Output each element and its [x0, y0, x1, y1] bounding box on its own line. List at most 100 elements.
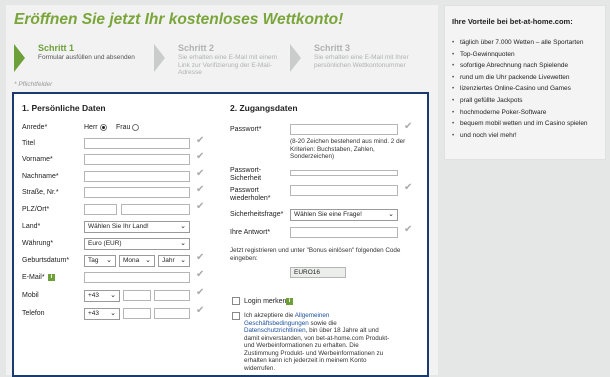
- mobile-prefix-select[interactable]: +43 ⌄: [84, 290, 120, 302]
- step-2-desc: Sie erhalten eine E-Mail mit einem Link …: [178, 54, 277, 76]
- email-field[interactable]: [84, 272, 190, 283]
- step-2-title: Schritt 2: [178, 43, 215, 53]
- mobile-number-field[interactable]: [154, 290, 190, 301]
- list-item: • rund um die Uhr packende Livewetten: [452, 72, 588, 84]
- email-label: E-Mail*: [22, 274, 45, 281]
- currency-label: Währung*: [22, 240, 54, 247]
- chevron-down-icon: ⌄: [180, 257, 186, 264]
- step-arrow-icon: [290, 44, 301, 72]
- salutation-label: Anrede*: [22, 124, 48, 131]
- phone-number-field[interactable]: [154, 308, 190, 319]
- terms-post: , bin über 18 Jahre alt und damit einver…: [244, 327, 390, 372]
- lastname-field[interactable]: [84, 171, 190, 182]
- street-label: Straße, Nr.*: [22, 189, 59, 196]
- currency-select[interactable]: Euro (EUR) ⌄: [84, 238, 190, 250]
- step-arrow-icon: [154, 44, 165, 72]
- checkmark-icon: ✔: [404, 121, 413, 132]
- access-data-heading: 2. Zugangsdaten: [230, 103, 298, 113]
- chevron-down-icon: ⌄: [106, 257, 112, 264]
- terms-checkbox[interactable]: [232, 312, 240, 320]
- phone-label: Telefon: [22, 310, 45, 317]
- password-strength-label: Passwort-Sicherheit: [230, 167, 262, 182]
- password-repeat-label: Passwort wiederholen*: [230, 187, 271, 202]
- bonus-text: Jetzt registrieren und unter "Bonus einl…: [230, 247, 401, 262]
- birth-year-value: Jahr: [162, 257, 175, 264]
- bullet-icon: •: [452, 62, 455, 70]
- steps-bar: Schritt 1 Formular ausfüllen und absende…: [14, 40, 434, 80]
- chevron-down-icon: ⌄: [110, 310, 116, 317]
- page-title: Eröffnen Sie jetzt Ihr kostenloses Wettk…: [14, 11, 344, 28]
- list-item: • täglich über 7.000 Wetten – alle Sporta…: [452, 37, 588, 49]
- benefits-sidebar: Ihre Vorteile bei bet-at-home.com: • tägl…: [444, 5, 606, 160]
- checkmark-icon: ✔: [196, 269, 205, 280]
- list-item: • lizenziertes Online-Casino und Games: [452, 83, 588, 95]
- checkmark-icon: ✔: [196, 305, 205, 316]
- phone-area-field[interactable]: [123, 308, 151, 319]
- bullet-icon: •: [452, 73, 455, 81]
- list-item: • und noch viel mehr!: [452, 130, 588, 142]
- title-field[interactable]: [84, 138, 190, 149]
- password-hint: (8-20 Zeichen bestehend aus mind. 2 der …: [290, 138, 406, 160]
- benefits-list: • täglich über 7.000 Wetten – alle Sporta…: [452, 37, 588, 141]
- phone-prefix-value: +43: [88, 310, 100, 317]
- security-question-label: Sicherheitsfrage*: [230, 211, 284, 218]
- bullet-icon: •: [452, 108, 455, 116]
- chevron-down-icon: ⌄: [180, 223, 186, 230]
- list-item: • sofortige Abrechnung nach Spielende: [452, 60, 588, 72]
- terms-pre: Ich akzeptiere die: [244, 312, 295, 319]
- chevron-down-icon: ⌄: [145, 257, 151, 264]
- list-item: • bequem mobil wetten und im Casino spiel…: [452, 118, 588, 130]
- answer-field[interactable]: [290, 227, 398, 238]
- title-label: Titel: [22, 140, 35, 147]
- checkmark-icon: ✔: [196, 252, 205, 263]
- checkmark-icon: ✔: [196, 135, 205, 146]
- step-arrow-icon: [14, 44, 25, 72]
- street-field[interactable]: [84, 187, 190, 198]
- privacy-link[interactable]: Datenschutzrichtlinien: [244, 327, 306, 334]
- birth-year-select[interactable]: Jahr ⌄: [158, 255, 190, 267]
- country-select-value: Wählen Sie Ihr Land!: [88, 223, 149, 230]
- firstname-label: Vorname*: [22, 156, 53, 163]
- bullet-icon: •: [452, 96, 455, 104]
- remember-login-checkbox[interactable]: [232, 297, 240, 305]
- checkmark-icon: ✔: [196, 168, 205, 179]
- bullet-icon: •: [452, 120, 455, 128]
- currency-select-value: Euro (EUR): [88, 240, 122, 247]
- zip-field[interactable]: [84, 204, 117, 215]
- step-3-title: Schritt 3: [314, 43, 351, 53]
- benefits-title: Ihre Vorteile bei bet-at-home.com:: [452, 17, 573, 26]
- personal-data-heading: 1. Persönliche Daten: [22, 103, 106, 113]
- checkmark-icon: ✔: [404, 224, 413, 235]
- bullet-icon: •: [452, 50, 455, 58]
- mobile-label: Mobil: [22, 292, 39, 299]
- birth-month-value: Mona: [123, 257, 140, 264]
- birth-day-select[interactable]: Tag ⌄: [84, 255, 116, 267]
- firstname-field[interactable]: [84, 154, 190, 165]
- bonus-code-field[interactable]: EURO16: [290, 267, 346, 278]
- answer-label: Ihre Antwort*: [230, 229, 271, 236]
- salutation-mrs-radio[interactable]: [132, 124, 139, 131]
- mobile-area-field[interactable]: [123, 290, 151, 301]
- password-field[interactable]: [290, 124, 398, 135]
- password-label: Passwort*: [230, 126, 262, 133]
- city-field[interactable]: [121, 204, 190, 215]
- birthdate-label: Geburtsdatum*: [22, 257, 70, 264]
- salutation-mr-radio[interactable]: [100, 124, 107, 131]
- country-select[interactable]: Wählen Sie Ihr Land! ⌄: [84, 221, 190, 233]
- security-question-value: Wählen Sie eine Frage!: [294, 211, 362, 218]
- info-icon[interactable]: i: [48, 274, 55, 281]
- checkmark-icon: ✔: [196, 287, 205, 298]
- info-icon[interactable]: i: [286, 298, 293, 305]
- step-3: Schritt 3 Sie erhalten eine E-Mail mit I…: [290, 40, 430, 80]
- security-question-select[interactable]: Wählen Sie eine Frage! ⌄: [290, 209, 398, 221]
- chevron-down-icon: ⌄: [110, 292, 116, 299]
- chevron-down-icon: ⌄: [388, 211, 394, 218]
- checkmark-icon: ✔: [404, 182, 413, 193]
- phone-prefix-select[interactable]: +43 ⌄: [84, 308, 120, 320]
- password-repeat-field[interactable]: [290, 185, 398, 196]
- country-label: Land*: [22, 223, 41, 230]
- step-3-desc: Sie erhalten eine E-Mail mit Ihrer persö…: [314, 54, 409, 69]
- checkmark-icon: ✔: [196, 151, 205, 162]
- birth-month-select[interactable]: Mona ⌄: [119, 255, 155, 267]
- step-2: Schritt 2 Sie erhalten eine E-Mail mit e…: [154, 40, 294, 80]
